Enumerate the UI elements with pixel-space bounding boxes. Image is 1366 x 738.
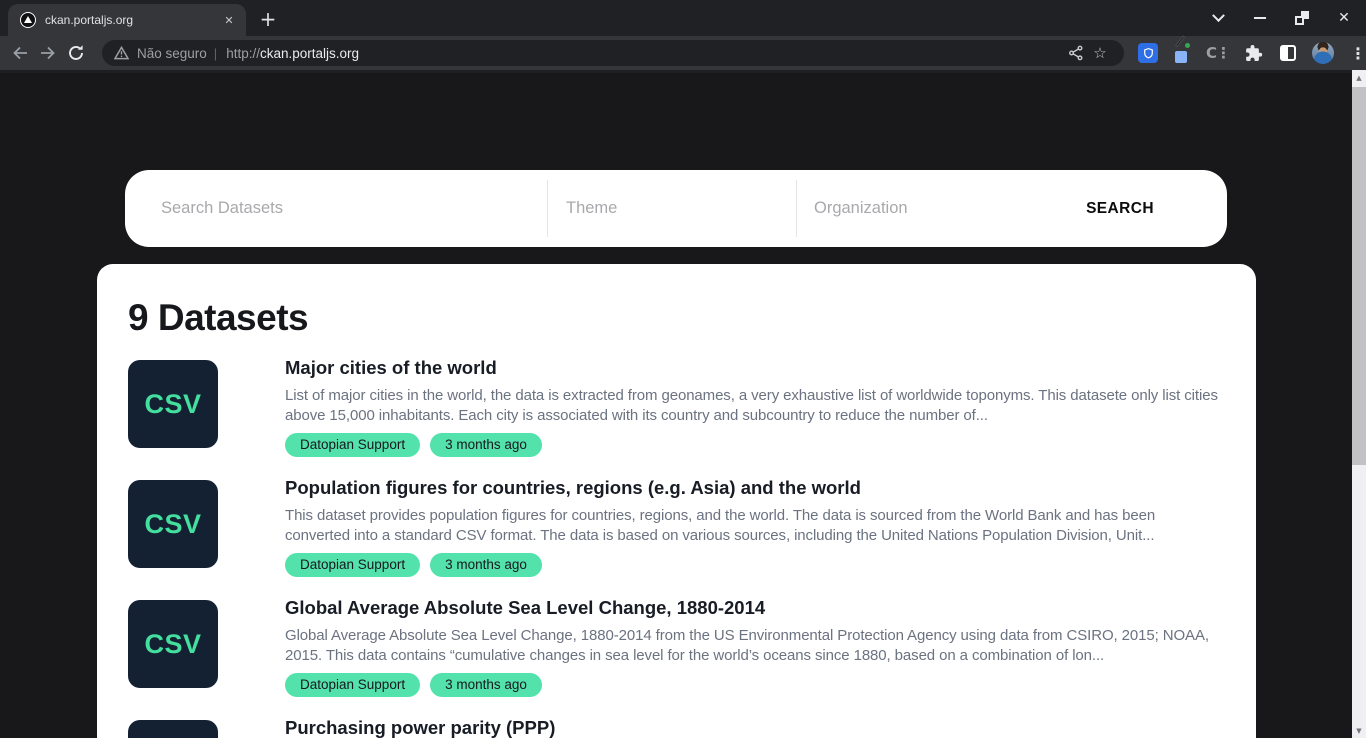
org-badge[interactable]: Datopian Support [285,553,420,577]
page-viewport: SEARCH 9 Datasets CSV Major cities of th… [0,70,1366,738]
dataset-badges: Datopian Support 3 months ago [285,673,1221,697]
tab-close-icon[interactable]: ✕ [220,11,238,29]
bookmark-star-icon[interactable]: ☆ [1088,43,1112,63]
darkreader-extension-icon[interactable] [1276,41,1300,65]
org-badge[interactable]: Datopian Support [285,433,420,457]
org-badge[interactable]: Datopian Support [285,673,420,697]
csv-format-tile: CSV [128,480,218,568]
dataset-list-item: CSV Major cities of the world List of ma… [128,358,1256,457]
updated-badge[interactable]: 3 months ago [430,433,542,457]
url-host: ckan.portaljs.org [260,46,359,61]
url-bar[interactable]: Não seguro | http://ckan.portaljs.org ☆ [102,40,1124,66]
dataset-title-link[interactable]: Major cities of the world [285,358,1221,378]
page-scrollbar[interactable]: ▲ ▼ [1352,70,1366,738]
search-divider [796,180,797,237]
dataset-title-link[interactable]: Purchasing power parity (PPP) [285,718,1221,738]
restore-button[interactable] [1292,8,1312,28]
scrollbar-up-arrow[interactable]: ▲ [1352,70,1366,85]
security-label: Não seguro [137,46,207,61]
dataset-list-item: CSV Population figures for countries, re… [128,478,1256,577]
colorpick-extension-icon[interactable]: C⋮ [1206,41,1230,65]
organization-input[interactable] [814,170,1014,247]
tab-title: ckan.portaljs.org [45,13,220,27]
csv-format-tile: CSV [128,360,218,448]
url-scheme: http:// [226,46,260,61]
close-window-button[interactable]: ✕ [1334,8,1354,28]
csv-format-tile: CSV [128,720,218,738]
dataset-description: Global Average Absolute Sea Level Change… [285,626,1221,666]
dataset-title-link[interactable]: Global Average Absolute Sea Level Change… [285,598,1221,618]
dataset-list-item: CSV Global Average Absolute Sea Level Ch… [128,598,1256,697]
dataset-description: This dataset provides population figures… [285,506,1221,546]
search-divider [547,180,548,237]
window-controls: ✕ [1208,0,1366,36]
warning-triangle-icon [114,46,129,60]
extensions-puzzle-icon[interactable] [1241,41,1265,65]
dataset-description: List of major cities in the world, the d… [285,386,1221,426]
search-datasets-input[interactable] [161,170,531,247]
security-chip[interactable]: Não seguro [114,46,207,61]
browser-chrome: ckan.portaljs.org ✕ + ✕ [0,0,1366,70]
browser-tab[interactable]: ckan.portaljs.org ✕ [8,4,246,36]
dataset-list-item: CSV Purchasing power parity (PPP) [128,718,1256,738]
dataset-title-link[interactable]: Population figures for countries, region… [285,478,1221,498]
bitwarden-extension-icon[interactable] [1136,41,1160,65]
share-icon[interactable] [1064,43,1088,63]
minimize-button[interactable] [1250,8,1270,28]
extensions-row: C⋮ ⋮ [1136,41,1366,65]
search-button[interactable]: SEARCH [1013,170,1227,247]
dataset-search-card: SEARCH [125,170,1227,247]
site-favicon-icon [20,12,36,28]
url-text: http://ckan.portaljs.org [226,46,359,61]
back-button[interactable] [6,39,34,67]
url-separator: | [214,46,217,61]
colorzilla-eyedropper-icon[interactable] [1171,41,1195,65]
browser-menu-kebab-icon[interactable]: ⋮ [1346,41,1366,65]
dataset-badges: Datopian Support 3 months ago [285,433,1221,457]
browser-toolbar: Não seguro | http://ckan.portaljs.org ☆ [0,36,1366,70]
scrollbar-thumb[interactable] [1352,87,1366,465]
tab-search-chevron-icon[interactable] [1208,8,1228,28]
updated-badge[interactable]: 3 months ago [430,673,542,697]
results-count-heading: 9 Datasets [128,296,1256,340]
updated-badge[interactable]: 3 months ago [430,553,542,577]
profile-avatar[interactable] [1311,41,1335,65]
datasets-results-card: 9 Datasets CSV Major cities of the world… [97,264,1256,738]
dataset-badges: Datopian Support 3 months ago [285,553,1221,577]
scrollbar-down-arrow[interactable]: ▼ [1352,723,1366,738]
csv-format-tile: CSV [128,600,218,688]
reload-button[interactable] [62,39,90,67]
theme-input[interactable] [566,170,781,247]
new-tab-button[interactable]: + [256,7,280,31]
tab-strip: ckan.portaljs.org ✕ + ✕ [0,0,1366,36]
forward-button[interactable] [34,39,62,67]
